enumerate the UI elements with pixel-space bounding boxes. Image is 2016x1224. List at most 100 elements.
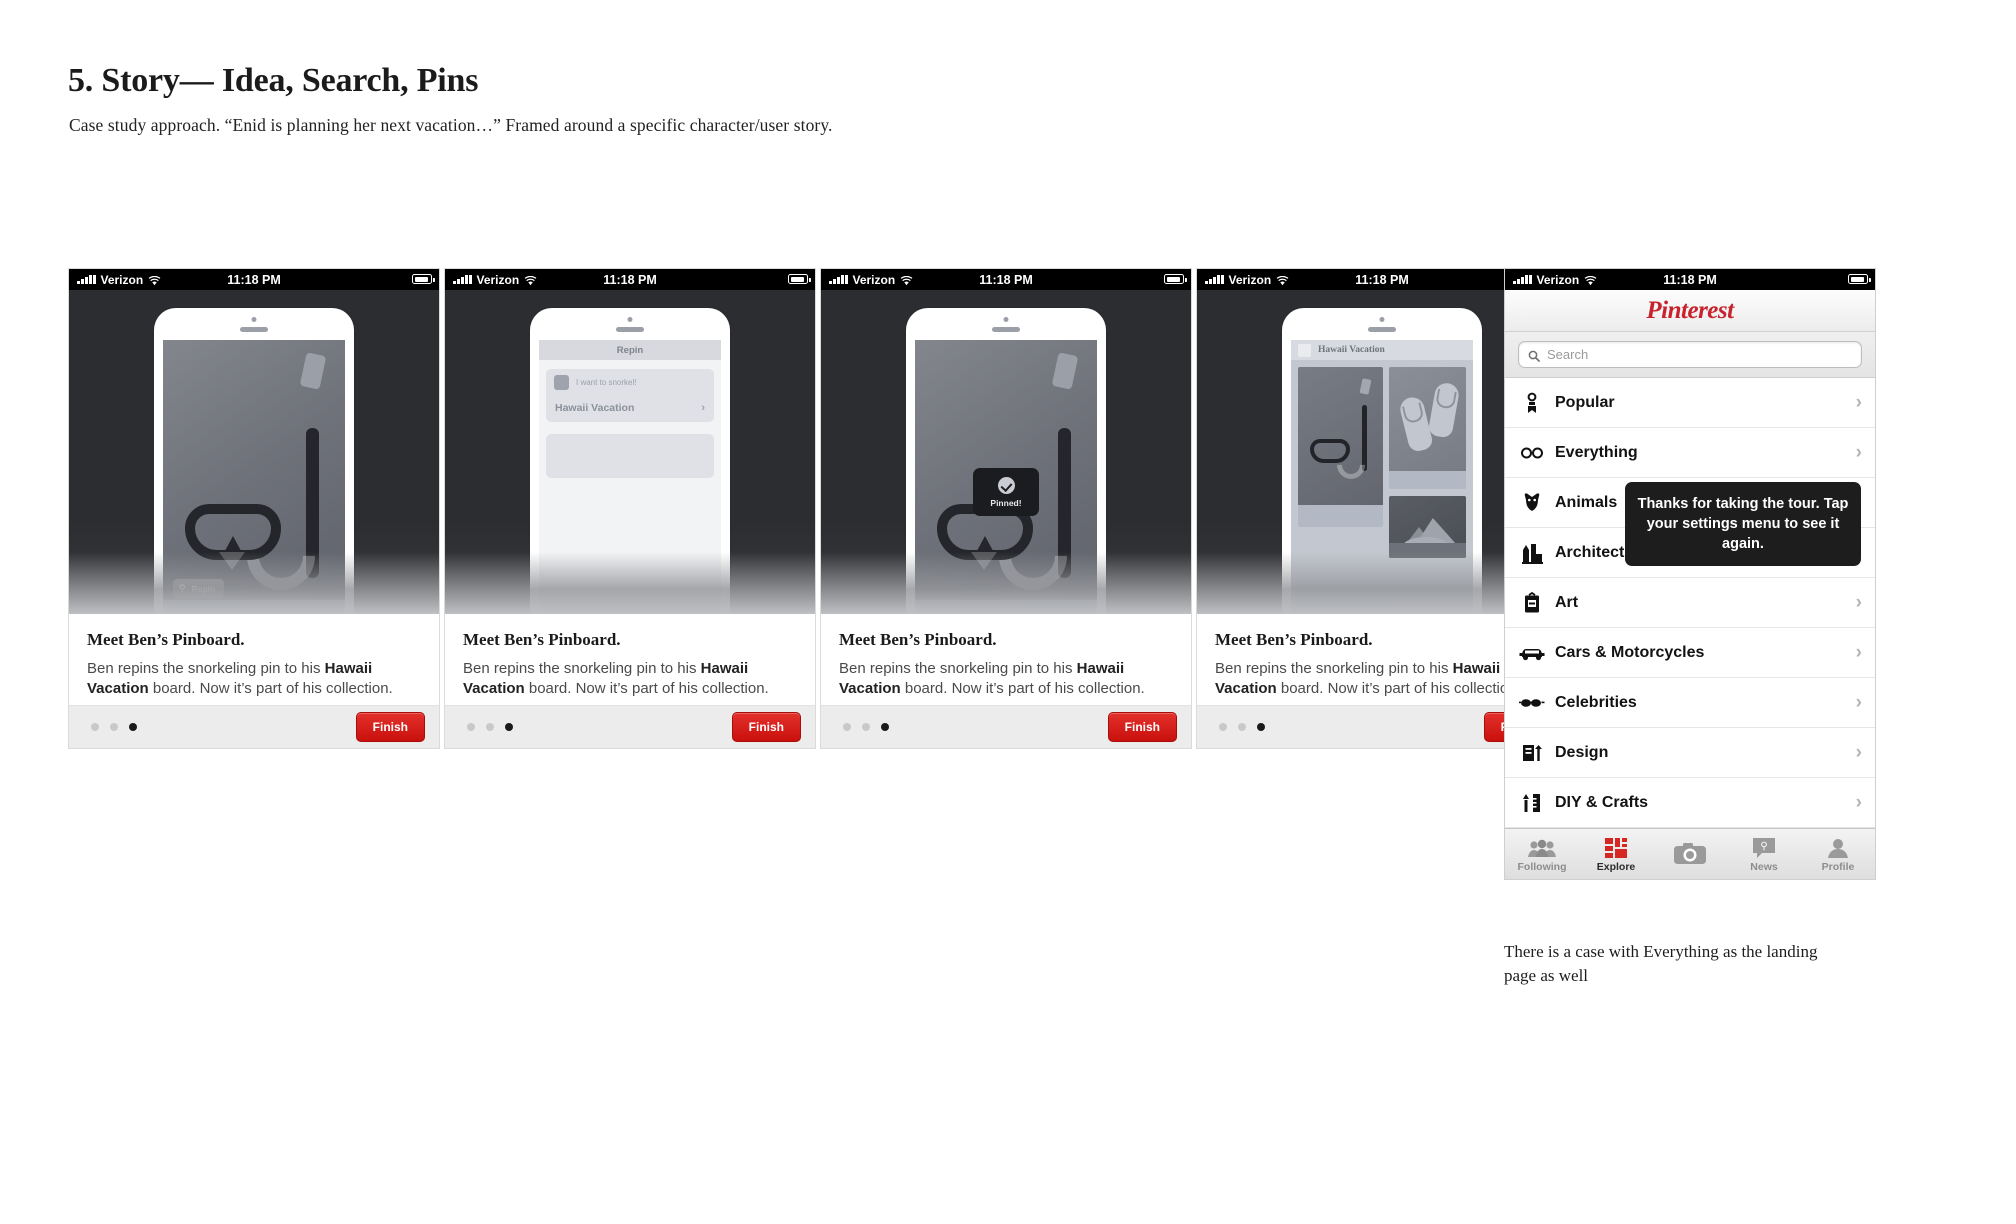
category-item-everything[interactable]: Everything › xyxy=(1505,428,1875,478)
chevron-right-icon: › xyxy=(1855,692,1862,713)
category-label: Celebrities xyxy=(1555,693,1637,711)
caption-line3: part of his collection. xyxy=(255,679,393,697)
pin-image-snorkel xyxy=(1298,367,1383,505)
caption-title: Meet Ben’s Pinboard. xyxy=(1215,630,1373,649)
infinity-icon xyxy=(1519,440,1545,466)
ribbon-icon xyxy=(1519,390,1545,416)
pin-photo: ⚲ Repin xyxy=(163,340,345,614)
tab-label: News xyxy=(1750,860,1778,873)
battery-icon xyxy=(1164,274,1187,284)
board-pin-grid xyxy=(1291,360,1473,565)
water-icon xyxy=(1388,543,1466,558)
avatar xyxy=(1298,343,1311,357)
tour-tooltip: Thanks for taking the tour. Tap your set… xyxy=(1625,482,1861,566)
board-navbar: Hawaii Vacation xyxy=(1291,340,1473,360)
board-picker-row[interactable]: Hawaii Vacation › xyxy=(546,396,714,422)
scissors-ruler-icon xyxy=(1519,790,1545,816)
category-item-design[interactable]: Design › xyxy=(1505,728,1875,778)
tab-following[interactable]: Following xyxy=(1505,836,1579,873)
caption-line3: part of his collection. xyxy=(1383,679,1521,697)
device-stage: ⚲ Repin xyxy=(69,290,439,614)
board-title: Hawaii Vacation xyxy=(1318,345,1385,355)
category-item-diy-crafts[interactable]: DIY & Crafts › xyxy=(1505,778,1875,828)
finish-button[interactable]: Finish xyxy=(731,711,801,742)
search-input[interactable]: Search xyxy=(1518,341,1862,368)
chevron-right-icon: › xyxy=(1855,392,1862,413)
panel-caption: Meet Ben’s Pinboard. Ben repins the snor… xyxy=(69,614,439,705)
category-item-celebrities[interactable]: Celebrities › xyxy=(1505,678,1875,728)
pin-card[interactable] xyxy=(1388,367,1466,489)
board-picker-label: Hawaii Vacation xyxy=(555,402,635,414)
tab-profile[interactable]: Profile xyxy=(1801,836,1875,873)
category-label: DIY & Crafts xyxy=(1555,793,1649,811)
caption-body: Ben repins the snorkeling pin to his Haw… xyxy=(1215,659,1549,699)
repin-note-row[interactable]: I want to snorkel! xyxy=(546,369,714,396)
buildings-icon xyxy=(1519,540,1545,566)
category-label: Art xyxy=(1555,593,1579,611)
mask-nose-pocket xyxy=(971,552,997,570)
chevron-right-icon: › xyxy=(1855,442,1862,463)
mask-nose-pocket xyxy=(219,552,245,570)
tab-news[interactable]: ⚲ News xyxy=(1727,836,1801,873)
caption-line2: board. Now it’s xyxy=(1280,679,1380,697)
chevron-right-icon: › xyxy=(1855,742,1862,763)
phone-device: ⚲ Repin xyxy=(154,308,354,614)
panel-footer: Finish xyxy=(445,704,815,748)
caption-title: Meet Ben’s Pinboard. xyxy=(839,630,997,649)
caption-line2: board. Now it’s xyxy=(152,679,252,697)
panel-pinned-confirmation: Verizon 11:18 PM Pinned! Meet Ben’s Pinb… xyxy=(820,268,1192,749)
animal-face-icon xyxy=(1519,490,1545,516)
pinned-toast-label: Pinned! xyxy=(990,498,1022,508)
pin-card[interactable] xyxy=(1388,496,1466,558)
earpiece-speaker xyxy=(240,327,268,332)
category-label: Everything xyxy=(1555,443,1638,461)
svg-text:⚲: ⚲ xyxy=(1760,841,1767,852)
snorkel-mask-icon xyxy=(185,504,281,560)
finish-button[interactable]: Finish xyxy=(1107,711,1177,742)
phone-screen: Repin I want to snorkel! Hawaii Vacation… xyxy=(539,340,721,614)
finish-button[interactable]: Finish xyxy=(355,711,425,742)
status-bar: Verizon 11:18 PM xyxy=(1505,269,1875,290)
board-column-left xyxy=(1298,367,1383,558)
pinned-toast: Pinned! xyxy=(973,468,1039,516)
caption-title: Meet Ben’s Pinboard. xyxy=(463,630,621,649)
repin-placeholder-block xyxy=(546,434,714,478)
clock-label: 11:18 PM xyxy=(603,272,657,287)
people-icon xyxy=(1505,836,1579,860)
status-bar: Verizon 11:18 PM xyxy=(821,269,1191,290)
news-pin-icon: ⚲ xyxy=(1727,836,1801,860)
pin-image-flipflops xyxy=(1388,367,1466,471)
caption-line2: board. Now it’s xyxy=(528,679,628,697)
repin-button[interactable]: ⚲ Repin xyxy=(173,579,225,598)
panel-explore: Verizon 11:18 PM Pinterest Search Popula… xyxy=(1504,268,1876,880)
chevron-right-icon: › xyxy=(701,402,705,414)
panel-pin-detail: Verizon 11:18 PM ⚲ Repin Meet Ben’s Pinb… xyxy=(68,268,440,749)
footnote: There is a case with Everything as the l… xyxy=(1504,942,1818,986)
phone-screen: Hawaii Vacation xyxy=(1291,340,1473,614)
framed-art-icon xyxy=(1519,590,1545,616)
tab-camera[interactable] xyxy=(1653,842,1727,867)
camera-icon xyxy=(1653,842,1727,866)
pager-dots[interactable] xyxy=(1211,722,1265,731)
caption-line1: Ben repins the snorkeling pin to his xyxy=(839,660,1073,677)
category-item-cars-motorcycles[interactable]: Cars & Motorcycles › xyxy=(1505,628,1875,678)
slide-page: 5. Story— Idea, Search, Pins Case study … xyxy=(0,0,2016,1224)
category-list: Popular › Everything › Animals › xyxy=(1505,378,1875,828)
category-item-art[interactable]: Art › xyxy=(1505,578,1875,628)
front-camera-icon xyxy=(251,317,257,322)
caption-line1: Ben repins the snorkeling pin to his xyxy=(1215,660,1449,677)
photo-bottom-strip xyxy=(915,600,1097,614)
pager-dots[interactable] xyxy=(83,722,137,731)
page-title: 5. Story— Idea, Search, Pins xyxy=(68,62,479,99)
panel-repin-form: Verizon 11:18 PM Repin I want to snorkel… xyxy=(444,268,816,749)
person-icon xyxy=(1801,836,1875,860)
pager-dots[interactable] xyxy=(835,722,889,731)
front-camera-icon xyxy=(627,317,633,322)
category-item-popular[interactable]: Popular › xyxy=(1505,378,1875,428)
pager-dots[interactable] xyxy=(459,722,513,731)
battery-icon xyxy=(1848,274,1871,284)
pin-card[interactable] xyxy=(1298,367,1383,527)
tab-explore[interactable]: Explore xyxy=(1579,836,1653,873)
photo-bottom-strip xyxy=(163,600,345,614)
pushpin-icon: ⚲ xyxy=(179,583,186,593)
